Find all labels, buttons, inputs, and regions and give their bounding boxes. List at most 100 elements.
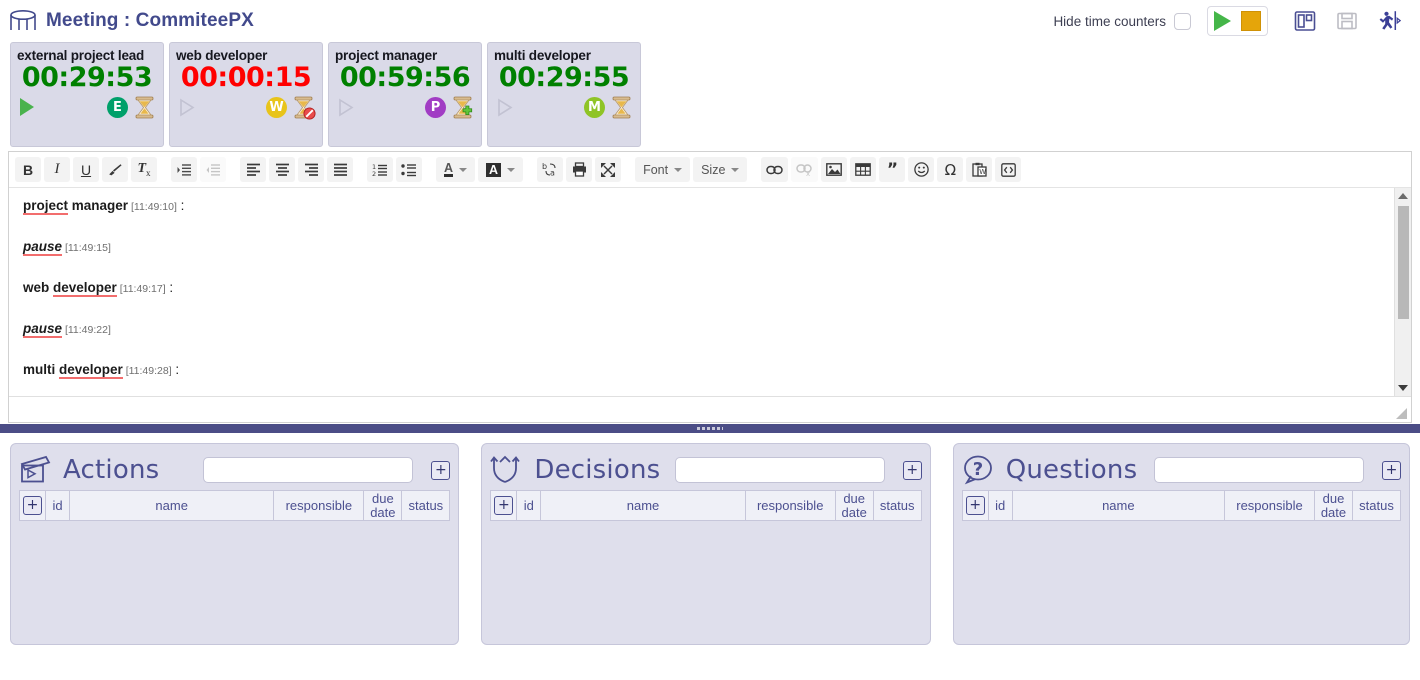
svg-text:?: ? (972, 459, 982, 480)
search-input-questions[interactable] (1154, 457, 1364, 483)
expand-all-button[interactable]: + (20, 491, 46, 521)
format-painter-button[interactable] (102, 157, 128, 182)
table-actions: +idnameresponsibledue datestatus (19, 490, 450, 521)
timer-play-icon[interactable] (497, 98, 513, 117)
expand-all-button[interactable]: + (491, 491, 517, 521)
link-button[interactable] (761, 157, 788, 182)
timer-card-m[interactable]: multi developer 00:29:55 M (487, 42, 641, 147)
source-code-icon (1001, 163, 1016, 177)
timer-name: multi developer (494, 48, 634, 63)
add-actions-button[interactable]: + (431, 461, 450, 480)
add-decisions-button[interactable]: + (903, 461, 922, 480)
quote-button[interactable]: ” (879, 157, 905, 182)
transcript-colon: : (172, 362, 180, 377)
panel-decisions: Decisions++idnameresponsibledue datestat… (481, 443, 930, 645)
hourglass-add-icon[interactable] (450, 95, 475, 120)
hide-time-counters-toggle[interactable]: Hide time counters (1053, 13, 1191, 30)
align-justify-button[interactable] (327, 157, 353, 182)
size-label: Size (701, 163, 725, 177)
exit-button[interactable] (1372, 5, 1406, 37)
indent-button[interactable] (171, 157, 197, 182)
transcript-speaker: project manager (23, 198, 128, 215)
transcript-timestamp: [11:49:10] (128, 201, 177, 213)
stop-icon[interactable] (1241, 11, 1261, 31)
transcript-speaker: pause (23, 321, 62, 338)
bullet-list-button[interactable] (396, 157, 422, 182)
kanban-board-button[interactable] (1288, 5, 1322, 37)
chevron-down-icon (731, 168, 739, 172)
align-right-button[interactable] (298, 157, 324, 182)
timer-card-w[interactable]: web developer 00:00:15 W (169, 42, 323, 147)
align-right-icon (304, 163, 319, 176)
panel-header: Actions+ (19, 450, 450, 490)
underline-button[interactable]: U (73, 157, 99, 182)
transcript-line: multi developer [11:49:28] : (23, 362, 1380, 377)
outdent-icon (206, 163, 221, 177)
column-header-id: id (517, 491, 541, 521)
expand-all-button[interactable]: + (962, 491, 988, 521)
column-header-due-date: due date (835, 491, 873, 521)
font-dropdown[interactable]: Font (635, 157, 690, 182)
timer-value: 00:59:56 (335, 62, 475, 93)
align-left-button[interactable] (240, 157, 266, 182)
timer-play-icon[interactable] (179, 98, 195, 117)
omega-icon: Ω (945, 161, 956, 179)
scroll-down-button[interactable] (1398, 380, 1408, 396)
scrollbar-thumb[interactable] (1398, 206, 1409, 319)
image-button[interactable] (821, 157, 847, 182)
splitter-grip[interactable] (697, 427, 723, 430)
size-dropdown[interactable]: Size (693, 157, 747, 182)
search-input-actions[interactable] (203, 457, 413, 483)
timer-value: 00:29:53 (17, 62, 157, 93)
table-questions: +idnameresponsibledue datestatus (962, 490, 1401, 521)
timer-play-icon[interactable] (338, 98, 354, 117)
hourglass-icon[interactable] (132, 95, 157, 120)
paste-from-word-button[interactable]: W (966, 157, 992, 182)
participant-badge: E (107, 97, 128, 118)
add-questions-button[interactable]: + (1382, 461, 1401, 480)
special-char-button[interactable]: Ω (937, 157, 963, 182)
chevron-down-icon (1398, 385, 1408, 391)
remove-format-button[interactable]: Tx (131, 157, 157, 182)
misspelled-word: developer (53, 280, 117, 297)
outdent-button[interactable] (200, 157, 226, 182)
source-code-button[interactable] (995, 157, 1021, 182)
italic-button[interactable]: I (44, 157, 70, 182)
transcript-line: pause [11:49:22] (23, 321, 1380, 336)
panel-splitter[interactable] (0, 424, 1420, 433)
text-color-button[interactable]: A (436, 157, 475, 182)
search-input-decisions[interactable] (675, 457, 885, 483)
emoji-button[interactable] (908, 157, 934, 182)
scroll-up-button[interactable] (1398, 188, 1408, 204)
timer-card-e[interactable]: external project lead 00:29:53 E (10, 42, 164, 147)
plus-icon[interactable]: + (23, 496, 42, 515)
hourglass-blocked-icon[interactable] (291, 95, 316, 120)
timer-play-icon[interactable] (20, 98, 34, 116)
fullscreen-button[interactable] (595, 157, 621, 182)
plus-icon[interactable]: + (966, 496, 985, 515)
editor-scrollbar[interactable] (1394, 188, 1411, 396)
resize-grip-icon[interactable] (1394, 406, 1408, 420)
bold-button[interactable]: B (15, 157, 41, 182)
bg-color-button[interactable]: A (478, 157, 523, 182)
timer-card-p[interactable]: project manager 00:59:56 P (328, 42, 482, 147)
transcript-timestamp: [11:49:28] (123, 365, 172, 377)
numbered-list-button[interactable]: 1 2 (367, 157, 393, 182)
unlink-button[interactable]: x (791, 157, 818, 182)
save-button[interactable] (1330, 5, 1364, 37)
print-button[interactable] (566, 157, 592, 182)
align-center-button[interactable] (269, 157, 295, 182)
hide-time-counters-checkbox[interactable] (1174, 13, 1191, 30)
text-direction-button[interactable]: b a (537, 157, 563, 182)
column-header-responsible: responsible (745, 491, 835, 521)
text-direction-icon: b a (542, 162, 558, 177)
transcript-content[interactable]: project manager [11:49:10] : pause [11:49… (9, 188, 1394, 396)
plus-icon[interactable]: + (494, 496, 513, 515)
table-body-decisions (490, 521, 921, 638)
participant-badge: P (425, 97, 446, 118)
meeting-table-icon (8, 8, 38, 34)
table-button[interactable] (850, 157, 876, 182)
participant-badge: W (266, 97, 287, 118)
hourglass-icon[interactable] (609, 95, 634, 120)
play-icon[interactable] (1214, 11, 1231, 31)
